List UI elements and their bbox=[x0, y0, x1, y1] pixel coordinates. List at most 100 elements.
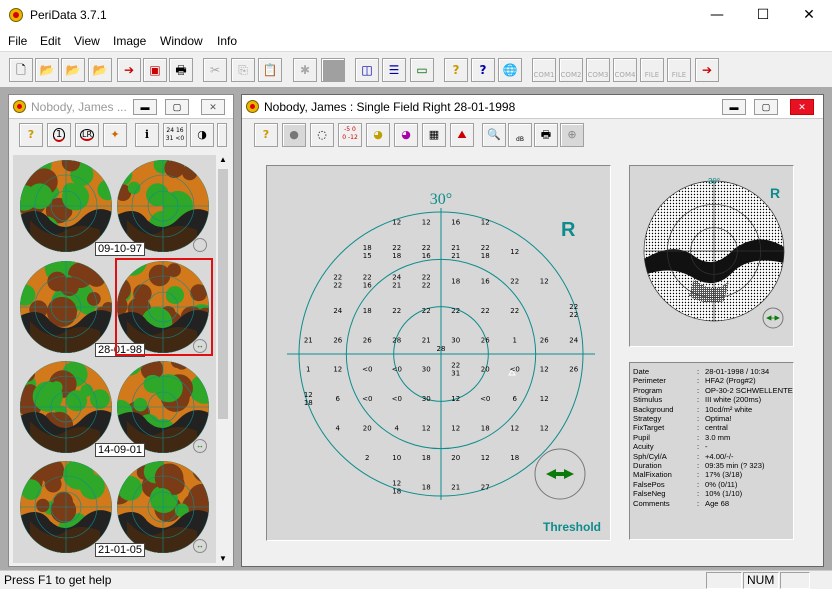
thumb-lr-icon[interactable]: LR bbox=[75, 123, 99, 147]
open-folder-icon[interactable]: 📂 bbox=[35, 58, 59, 82]
thumb-sort-icon[interactable]: ✦ bbox=[103, 123, 127, 147]
field-dots-icon[interactable]: ◌ bbox=[310, 123, 334, 147]
thumb-maximize-button[interactable]: ▢ bbox=[165, 99, 189, 115]
threshold-value: 24 21 bbox=[392, 273, 401, 289]
title-bar: PeriData 3.7.1 — ☐ ✕ bbox=[0, 0, 832, 31]
new-file-icon[interactable]: 🗋 bbox=[9, 58, 33, 82]
paste-icon[interactable]: 📋 bbox=[258, 58, 282, 82]
field-thumbnail[interactable] bbox=[20, 361, 112, 453]
com3-icon[interactable]: COM3 bbox=[586, 58, 610, 82]
thumb-help-icon[interactable]: ? bbox=[19, 123, 43, 147]
print-icon[interactable]: 🖶 bbox=[169, 58, 193, 82]
field-toolbar: ? ● ◌ -5 00 -12 ◕ ◕ ▦ ⛰ 🔍 dB 🖶 ⊕ bbox=[242, 119, 823, 149]
field-thumbnail[interactable] bbox=[20, 160, 112, 252]
status-num: NUM bbox=[743, 572, 779, 589]
field-deviation-icon[interactable]: -5 00 -12 bbox=[338, 123, 362, 147]
field-zoom-icon[interactable]: 🔍 bbox=[482, 123, 506, 147]
field-color-wheel2-icon[interactable]: ◕ bbox=[394, 123, 418, 147]
field-thumbnail[interactable] bbox=[20, 461, 112, 553]
threshold-value: 18 bbox=[363, 307, 372, 315]
com4-icon[interactable]: COM4 bbox=[613, 58, 637, 82]
import-icon[interactable]: ➔ bbox=[117, 58, 141, 82]
field-hill-icon[interactable]: ⛰ bbox=[450, 123, 474, 147]
export-icon[interactable]: ▣ bbox=[143, 58, 167, 82]
field-print-icon[interactable]: 🖶 bbox=[534, 123, 558, 147]
com1-icon[interactable]: COM1 bbox=[532, 58, 556, 82]
threshold-value: <0 bbox=[362, 395, 372, 403]
threshold-value: 22 16 bbox=[422, 244, 431, 260]
thumb-numbers-icon[interactable]: 24 16 31 <0 bbox=[163, 123, 187, 147]
help-icon[interactable]: ? bbox=[444, 58, 468, 82]
thumb-circle1-icon[interactable]: 1 bbox=[47, 123, 71, 147]
open-green-folder-icon[interactable]: 📂 bbox=[61, 58, 85, 82]
threshold-value: 1 bbox=[512, 336, 516, 344]
info-key: Perimeter bbox=[633, 376, 666, 386]
tile-horizontal-icon[interactable]: ☰ bbox=[382, 58, 406, 82]
cut-icon[interactable]: ✂ bbox=[203, 58, 227, 82]
threshold-value: 22 22 bbox=[569, 303, 578, 319]
field-minimize-button[interactable]: ▬ bbox=[722, 99, 746, 115]
open-disabled-icon[interactable]: 📂 bbox=[88, 58, 112, 82]
scroll-thumb[interactable] bbox=[218, 169, 228, 419]
tile-vertical-icon[interactable]: ◫ bbox=[355, 58, 379, 82]
main-toolbar: 🗋 📂 📂 📂 ➔ ▣ 🖶 ✂ ⎘ 📋 ✱ ◫ ☰ ▭ ? ? 🌐 COM1 C… bbox=[0, 51, 832, 87]
file-icon[interactable]: FILE bbox=[640, 58, 664, 82]
field-mode-label: Threshold bbox=[543, 520, 601, 534]
threshold-value: 28 bbox=[437, 345, 446, 353]
thumb-scrollbar[interactable]: ▲ ▼ bbox=[217, 155, 229, 563]
field-crosshair-icon[interactable]: ⊕ bbox=[560, 123, 584, 147]
thumb-close-button[interactable]: ✕ bbox=[201, 99, 225, 115]
threshold-value: 18 15 bbox=[363, 244, 372, 260]
threshold-value: 12 bbox=[481, 454, 490, 462]
info-value: 17% (3/18) bbox=[705, 470, 743, 480]
thumbnail-fixation-icon: ↔ bbox=[193, 539, 207, 553]
close-button[interactable]: ✕ bbox=[786, 0, 832, 31]
scroll-up-icon[interactable]: ▲ bbox=[217, 155, 229, 164]
field-help-icon[interactable]: ? bbox=[254, 123, 278, 147]
menu-image[interactable]: Image bbox=[113, 34, 146, 48]
menu-file[interactable]: File bbox=[8, 34, 27, 48]
info-value: OP-30-2 SCHWELLENTE bbox=[705, 385, 793, 395]
context-help-icon[interactable]: ? bbox=[471, 58, 495, 82]
menu-window[interactable]: Window bbox=[160, 34, 203, 48]
thumb-info-icon[interactable]: i bbox=[135, 123, 159, 147]
field-grid-icon[interactable]: ▦ bbox=[422, 123, 446, 147]
threshold-value: 30 bbox=[422, 366, 431, 374]
grayscale-panel: 30° R bbox=[629, 165, 794, 347]
exit-icon[interactable]: ➔ bbox=[695, 58, 719, 82]
field-sphere-icon[interactable]: ● bbox=[282, 123, 306, 147]
globe-icon[interactable]: 🌐 bbox=[498, 58, 522, 82]
field-color-wheel-icon[interactable]: ◕ bbox=[366, 123, 390, 147]
threshold-value: 4 bbox=[336, 425, 341, 433]
threshold-value: 12 bbox=[451, 395, 460, 403]
minimize-button[interactable]: — bbox=[694, 0, 740, 31]
copy-icon[interactable]: ⎘ bbox=[231, 58, 255, 82]
gray-square-icon[interactable] bbox=[321, 58, 345, 82]
bug-icon[interactable]: ✱ bbox=[293, 58, 317, 82]
threshold-value: 12 bbox=[540, 366, 549, 374]
file2-icon[interactable]: FILE bbox=[667, 58, 691, 82]
menu-view[interactable]: View bbox=[74, 34, 100, 48]
numbers-top: 24 16 bbox=[166, 127, 184, 134]
maximize-button[interactable]: ☐ bbox=[740, 0, 786, 31]
scroll-down-icon[interactable]: ▼ bbox=[217, 554, 229, 563]
com2-icon[interactable]: COM2 bbox=[559, 58, 583, 82]
thumb-grayscale-icon[interactable]: ◑ bbox=[190, 123, 214, 147]
info-key: Comments bbox=[633, 498, 670, 508]
threshold-value: 12 bbox=[510, 425, 519, 433]
field-close-button[interactable]: ✕ bbox=[790, 99, 814, 115]
info-value: 10% (1/10) bbox=[705, 489, 743, 499]
field-thumbnail[interactable] bbox=[20, 261, 112, 353]
threshold-value: 20 bbox=[363, 425, 372, 433]
monitor-icon[interactable]: ▭ bbox=[410, 58, 434, 82]
thumbnail-window: Nobody, James ... ▬ ▢ ✕ ? 1 LR ✦ i 24 16… bbox=[8, 94, 234, 567]
menu-info[interactable]: Info bbox=[217, 34, 237, 48]
info-key: Acuity bbox=[633, 442, 654, 452]
thumb-minimize-button[interactable]: ▬ bbox=[133, 99, 157, 115]
info-colon: : bbox=[697, 404, 700, 414]
field-maximize-button[interactable]: ▢ bbox=[754, 99, 778, 115]
field-db-icon[interactable]: dB bbox=[508, 123, 532, 147]
thumb-more-icon[interactable] bbox=[217, 123, 227, 147]
threshold-value: 18 bbox=[481, 425, 490, 433]
menu-edit[interactable]: Edit bbox=[40, 34, 61, 48]
